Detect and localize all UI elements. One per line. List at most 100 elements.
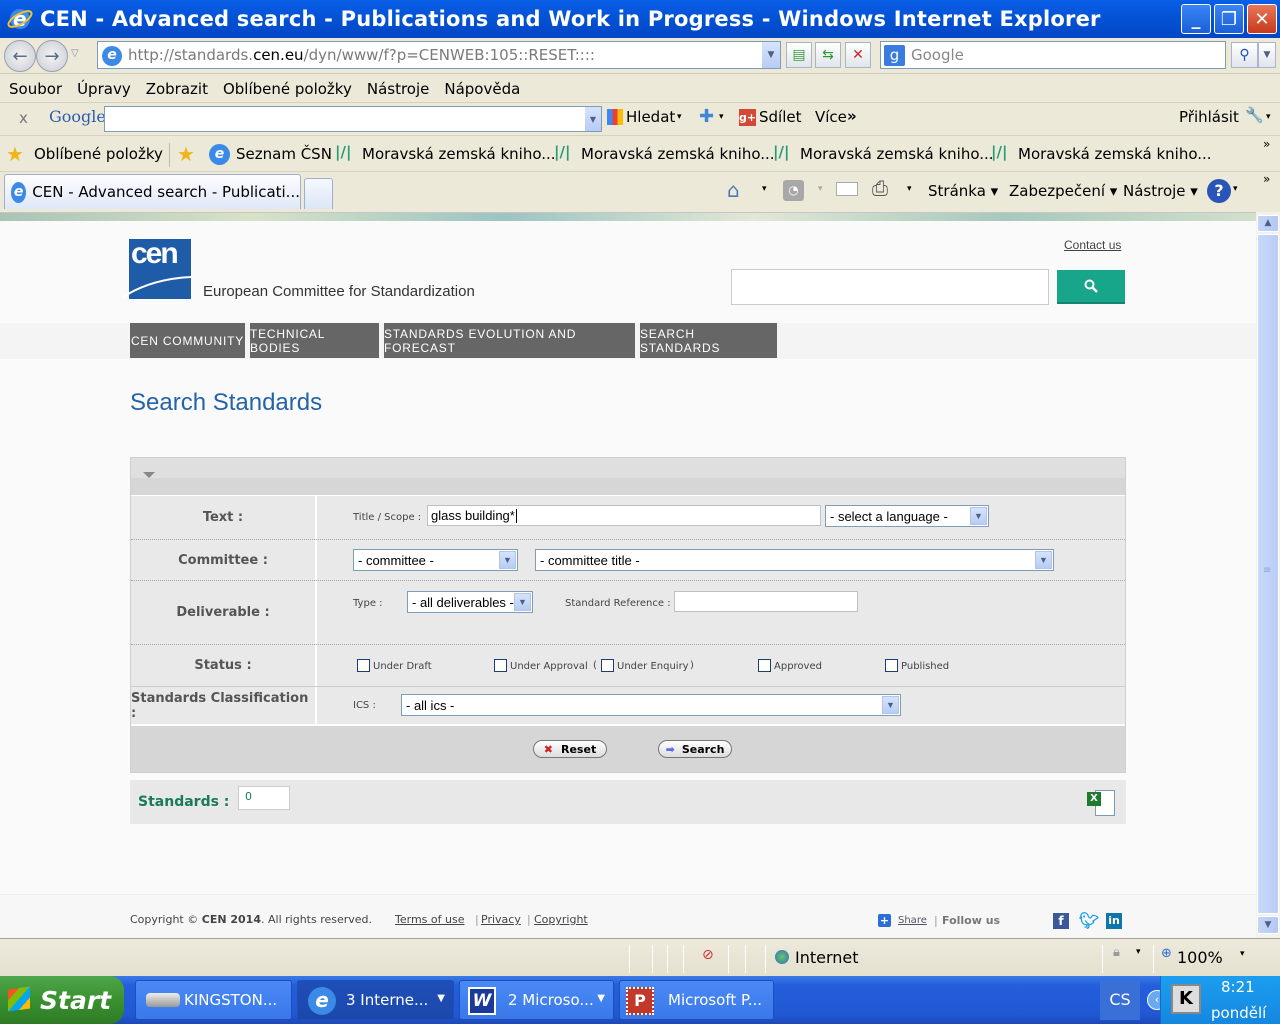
help-icon[interactable]: ?: [1207, 179, 1231, 203]
terms-link[interactable]: Terms of use: [395, 913, 464, 926]
minimize-button[interactable]: _: [1181, 4, 1211, 34]
overflow-chevron-icon[interactable]: »: [1263, 137, 1270, 151]
ics-select[interactable]: - all ics - ▼: [401, 694, 901, 716]
page-menu[interactable]: Stránka ▾: [928, 182, 998, 200]
favorite-link[interactable]: Moravská zemská kniho...: [1018, 145, 1212, 163]
deliverable-type-select[interactable]: - all deliverables - ▼: [407, 591, 533, 613]
contact-us-link[interactable]: Contact us: [1064, 238, 1121, 252]
scroll-down-button[interactable]: ▼: [1257, 916, 1279, 934]
title-scope-input[interactable]: glass building*: [427, 505, 821, 526]
home-icon[interactable]: ⌂: [727, 178, 740, 202]
language-indicator[interactable]: CS: [1100, 980, 1140, 1020]
menu-edit[interactable]: Úpravy: [77, 80, 131, 98]
google-toolbar-input[interactable]: ▼: [104, 106, 602, 132]
zoom-level[interactable]: 100%: [1177, 948, 1223, 967]
privacy-report-icon[interactable]: ⊘: [702, 947, 714, 963]
compatibility-view-button[interactable]: ▤: [786, 42, 812, 68]
rss-feed-icon[interactable]: ◔: [783, 180, 804, 201]
twitter-icon[interactable]: 🐦︎: [1079, 911, 1099, 930]
overflow-chevron-icon[interactable]: »: [1263, 172, 1270, 186]
vertical-scrollbar[interactable]: ▲ ≡ ▼: [1256, 212, 1280, 938]
security-menu[interactable]: Zabezpečení ▾: [1009, 182, 1117, 200]
start-button[interactable]: Start: [0, 976, 124, 1024]
favorite-link[interactable]: Moravská zemská kniho...: [362, 145, 556, 163]
back-button[interactable]: ←: [4, 40, 36, 72]
plus-icon[interactable]: ✚: [699, 106, 714, 127]
signin-button[interactable]: Přihlásit: [1179, 108, 1239, 126]
task-microsoft-powerpoint[interactable]: P Microsoft P...: [619, 980, 774, 1020]
copyright-link[interactable]: Copyright: [534, 913, 588, 926]
chevron-down-icon[interactable]: ▾: [1240, 949, 1245, 959]
chevron-down-icon[interactable]: ▾: [1233, 184, 1238, 194]
search-options-dropdown[interactable]: ▼: [1258, 42, 1276, 68]
menu-file[interactable]: Soubor: [9, 80, 62, 98]
language-select[interactable]: - select a language - ▼: [825, 505, 989, 527]
site-search-input[interactable]: [731, 269, 1049, 305]
print-icon[interactable]: ⎙: [872, 176, 888, 200]
chevron-down-icon[interactable]: ▼: [585, 107, 601, 131]
mail-icon[interactable]: [836, 182, 858, 196]
collapse-toggle-icon[interactable]: [143, 472, 155, 478]
keyboard-app-icon[interactable]: K: [1171, 984, 1201, 1014]
chevron-down-icon[interactable]: ▾: [818, 184, 823, 194]
protected-mode-icon[interactable]: 🔒︎: [1113, 945, 1120, 960]
new-tab-button[interactable]: [304, 178, 333, 209]
site-search-button[interactable]: [1057, 270, 1125, 304]
chevron-down-icon[interactable]: ▾: [719, 112, 724, 122]
close-window-button[interactable]: ✕: [1247, 4, 1277, 34]
nav-search-standards[interactable]: SEARCH STANDARDS: [640, 323, 777, 358]
chevron-down-icon[interactable]: ▾: [1136, 947, 1141, 957]
share-button[interactable]: Sdílet: [759, 108, 802, 126]
search-go-button[interactable]: ⚲: [1231, 42, 1258, 68]
address-input[interactable]: e http://standards. cen.eu/dyn/www/f?p=CE…: [97, 41, 781, 69]
excel-export-icon[interactable]: X: [1087, 788, 1117, 818]
under-draft-checkbox[interactable]: [357, 659, 370, 672]
forward-button[interactable]: →: [36, 40, 68, 72]
nav-cen-community[interactable]: CEN COMMUNITY: [130, 323, 245, 358]
nav-technical-bodies[interactable]: TECHNICAL BODIES: [250, 323, 379, 358]
privacy-link[interactable]: Privacy: [481, 913, 521, 926]
restore-button[interactable]: ❐: [1214, 4, 1244, 34]
published-checkbox[interactable]: [885, 659, 898, 672]
history-dropdown-icon[interactable]: ▽: [71, 48, 79, 59]
browser-search-input[interactable]: g Google: [880, 41, 1226, 69]
tab-active[interactable]: e CEN - Advanced search - Publicati...: [4, 174, 301, 209]
nav-standards-evolution[interactable]: STANDARDS EVOLUTION AND FORECAST: [384, 323, 635, 358]
menu-favorites[interactable]: Oblíbené položky: [223, 80, 352, 98]
wrench-icon[interactable]: 🔧: [1245, 106, 1264, 124]
chevron-down-icon[interactable]: ▾: [907, 184, 912, 194]
scroll-up-button[interactable]: ▲: [1257, 215, 1279, 232]
add-favorite-icon[interactable]: ★: [177, 142, 195, 166]
under-enquiry-checkbox[interactable]: [601, 659, 614, 672]
menu-tools[interactable]: Nástroje: [367, 80, 430, 98]
share-link[interactable]: Share: [898, 915, 927, 926]
linkedin-icon[interactable]: in: [1106, 913, 1122, 929]
committee-title-select[interactable]: - committee title - ▼: [535, 549, 1054, 571]
favorites-button[interactable]: Oblíbené položky: [34, 145, 163, 163]
favorite-link[interactable]: Moravská zemská kniho...: [581, 145, 775, 163]
favorite-link[interactable]: Moravská zemská kniho...: [800, 145, 994, 163]
scroll-thumb[interactable]: ≡: [1257, 234, 1279, 914]
more-button[interactable]: Více: [815, 108, 847, 126]
toolbar-close-button[interactable]: x: [19, 109, 28, 127]
approved-checkbox[interactable]: [758, 659, 771, 672]
task-microsoft-word[interactable]: W 2 Microso... ▼: [459, 980, 614, 1020]
chevron-down-icon[interactable]: ▾: [762, 184, 767, 194]
cen-logo[interactable]: cen: [122, 237, 192, 299]
address-dropdown-icon[interactable]: ▼: [762, 42, 780, 68]
task-internet-explorer[interactable]: e 3 Interne... ▼: [297, 980, 454, 1020]
chevron-down-icon[interactable]: ▾: [1266, 112, 1271, 122]
clock-time[interactable]: 8:21: [1221, 978, 1255, 996]
task-kingston[interactable]: KINGSTON...: [135, 980, 292, 1020]
under-approval-checkbox[interactable]: [494, 659, 507, 672]
menu-view[interactable]: Zobrazit: [146, 80, 208, 98]
refresh-button[interactable]: ⇆: [815, 42, 841, 68]
reset-button[interactable]: ✖ Reset: [533, 740, 607, 758]
committee-select[interactable]: - committee - ▼: [353, 549, 518, 571]
favorite-link[interactable]: Seznam ČSN: [236, 145, 332, 163]
facebook-icon[interactable]: f: [1053, 913, 1069, 929]
menu-help[interactable]: Nápověda: [444, 80, 520, 98]
hledat-button[interactable]: Hledat: [626, 108, 675, 126]
standard-reference-input[interactable]: [674, 591, 858, 612]
stop-button[interactable]: ✕: [845, 42, 871, 68]
